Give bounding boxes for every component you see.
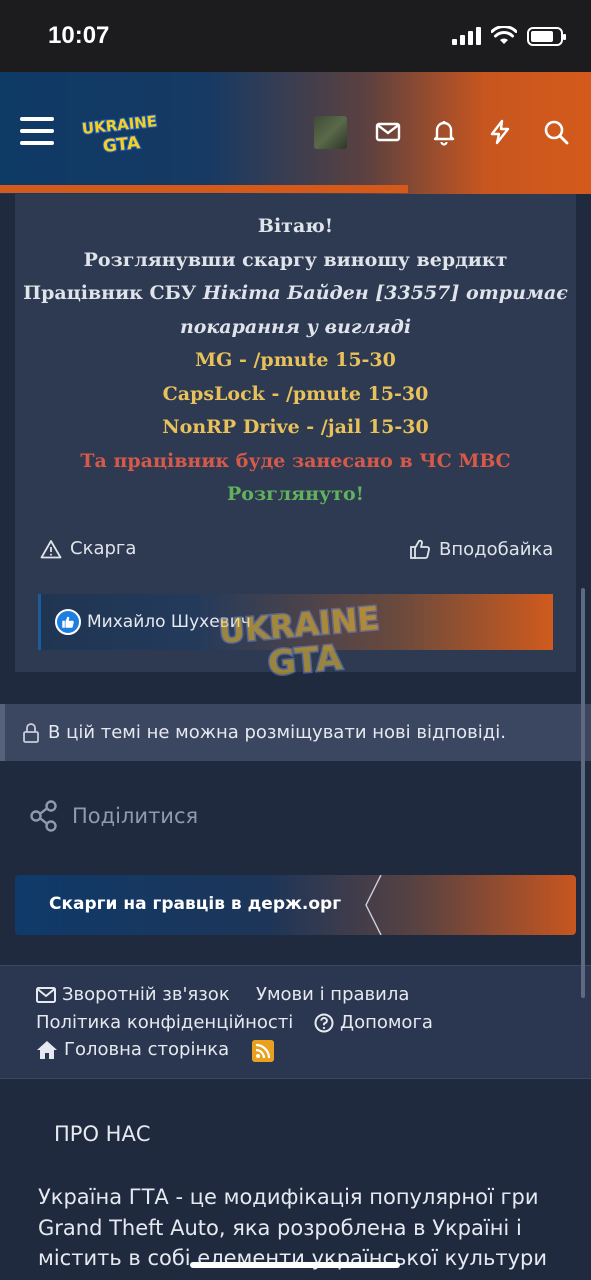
lightning-icon[interactable] <box>486 118 514 146</box>
envelope-icon <box>36 986 56 1003</box>
battery-icon <box>527 26 566 46</box>
post-employee-line: Працівник СБУ Нікіта Байден [33557] отри… <box>15 277 576 311</box>
cellular-signal-icon <box>452 27 481 45</box>
battery-level <box>531 30 554 42</box>
post-punishment-intro: покарання у вигляді <box>179 315 412 338</box>
rss-icon[interactable] <box>252 1040 274 1062</box>
share-button[interactable]: Поділитися <box>30 800 198 832</box>
post-greeting: Вітаю! <box>257 215 334 237</box>
share-label: Поділитися <box>72 804 199 828</box>
post-body: Вітаю! Розглянувши скаргу виношу вердикт… <box>15 210 576 512</box>
status-time: 10:07 <box>48 22 110 49</box>
footer-terms-link[interactable]: Умови і правила <box>256 984 409 1005</box>
share-icon <box>30 800 57 832</box>
home-indicator[interactable] <box>190 1262 400 1268</box>
bell-icon[interactable] <box>430 118 458 146</box>
footer-contact-link[interactable]: Зворотній зв'язок <box>36 984 230 1005</box>
warning-icon <box>40 539 62 558</box>
mail-icon[interactable] <box>374 118 402 146</box>
breadcrumb-label: Скарги на гравців в держ.орг <box>49 894 342 914</box>
menu-icon[interactable] <box>20 117 54 145</box>
post-employee-name: Нікіта Байден [33557] отримає <box>202 282 568 304</box>
footer-home-link[interactable]: Головна сторінка <box>36 1039 229 1060</box>
footer-privacy-label: Політика конфіденційності <box>36 1012 294 1033</box>
lock-icon <box>23 722 39 743</box>
about-title: ПРО НАС <box>54 1122 151 1146</box>
footer-help-link[interactable]: Допомога <box>314 1012 433 1033</box>
user-avatar[interactable] <box>314 116 347 149</box>
header-progress-line <box>0 185 408 193</box>
report-label: Скарга <box>70 538 137 559</box>
status-bar: 10:07 <box>0 0 591 72</box>
punishment-mg: MG - /pmute 15-30 <box>195 349 396 371</box>
footer-help-label: Допомога <box>340 1012 433 1033</box>
logo-text-bottom: GTA <box>102 133 142 156</box>
liked-by-user[interactable]: Михайло Шухевич <box>87 612 251 632</box>
footer-home-label: Головна сторінка <box>64 1039 230 1060</box>
home-icon <box>37 1040 57 1059</box>
like-label: Вподобайка <box>439 538 554 560</box>
report-button[interactable]: Скарга <box>40 538 136 559</box>
status-icons <box>452 26 566 46</box>
search-icon[interactable] <box>542 118 570 146</box>
footer-privacy-link[interactable]: Політика конфіденційності <box>36 1012 293 1033</box>
blacklist-notice: Та працівник буде занесано в ЧС МВС <box>80 449 511 472</box>
logo-text-top: UKRAINE <box>81 112 158 138</box>
wifi-icon <box>491 26 517 44</box>
scrollbar[interactable] <box>581 588 585 998</box>
post-verdict-intro: Розглянувши скаргу виношу вердикт <box>83 248 508 271</box>
like-reaction-icon <box>55 609 81 635</box>
likes-bar: Михайло Шухевич <box>38 594 553 650</box>
site-logo[interactable]: UKRAINE GTA <box>78 108 162 156</box>
punishment-capslock: CapsLock - /pmute 15-30 <box>162 382 429 405</box>
thumbs-up-icon <box>410 539 430 559</box>
breadcrumb[interactable]: Скарги на гравців в держ.орг <box>15 875 576 935</box>
chevron-left-icon <box>365 875 382 935</box>
post-employee-prefix: Працівник СБУ <box>23 282 203 304</box>
footer-terms-label: Умови і правила <box>256 984 410 1005</box>
footer-contact-label: Зворотній зв'язок <box>62 984 230 1005</box>
question-circle-icon <box>314 1013 334 1032</box>
about-text: Україна ГТА - це модифікація популярної … <box>38 1185 547 1270</box>
thread-closed-notice: В цій темі не можна розміщувати нові від… <box>0 704 591 761</box>
like-button[interactable]: Вподобайка <box>409 538 553 560</box>
thread-closed-text: В цій темі не можна розміщувати нові від… <box>48 722 506 743</box>
punishment-nonrp-drive: NonRP Drive - /jail 15-30 <box>162 416 429 438</box>
status-reviewed: Розглянуто! <box>226 483 365 505</box>
